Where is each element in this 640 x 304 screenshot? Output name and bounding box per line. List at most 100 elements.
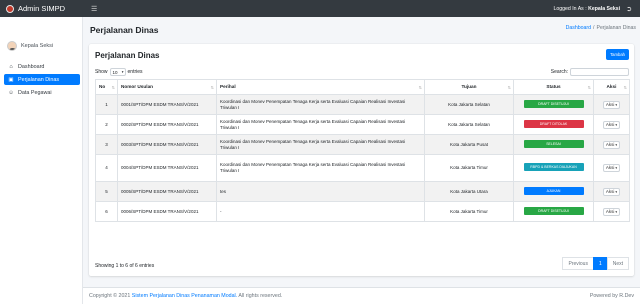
breadcrumb-separator: / bbox=[593, 25, 595, 31]
previous-button[interactable]: Previous bbox=[562, 257, 594, 270]
app-title: Admin SIMPD bbox=[18, 4, 66, 13]
logout-icon[interactable]: ➲ bbox=[626, 5, 632, 13]
show-label: Show bbox=[95, 69, 108, 75]
caret-down-icon: ▾ bbox=[615, 209, 618, 214]
footer-link[interactable]: Sistem Perjalanan Dinas Penanaman Modal. bbox=[132, 293, 237, 299]
sidebar-item-data-pegawai[interactable]: ☺ Data Pegawai bbox=[4, 87, 80, 98]
footer-rights: All rights reserved. bbox=[238, 293, 283, 299]
table-row: 6 0006/SPT/DPM ESDM TRANS/V/2021- Kota Jak… bbox=[95, 201, 630, 222]
aksi-label: Aksi bbox=[605, 141, 615, 147]
sidebar-item-perjalanan-dinas[interactable]: ▣ Perjalanan Dinas bbox=[4, 74, 80, 85]
perjalanan-table: No ⇅ Nomor Usulan ⇅ Perihal ⇅ Tujuan ⇅ Statu… bbox=[95, 79, 630, 222]
brand-logo bbox=[6, 4, 14, 13]
column-header-tujuan[interactable]: Tujuan ⇅ bbox=[424, 79, 514, 95]
search-input[interactable] bbox=[570, 68, 629, 76]
cell-tujuan: Kota Jakarta Utara bbox=[424, 181, 514, 202]
cell-status: DRAFT DISETUJUI bbox=[513, 94, 594, 115]
page-1-button[interactable]: 1 bbox=[592, 257, 608, 270]
status-badge: AJUKAN bbox=[523, 186, 584, 195]
aksi-dropdown-button[interactable]: Aksi ▾ bbox=[602, 164, 621, 172]
aksi-dropdown-button[interactable]: Aksi ▾ bbox=[602, 207, 621, 216]
column-header-status[interactable]: Status ⇅ bbox=[513, 79, 594, 95]
footer: Copyright © 2021 Sistem Perjalanan Dinas… bbox=[83, 287, 640, 304]
table-row: 3 0003/SPT/DPM ESDM TRANS/V/2021 Koordinas… bbox=[95, 134, 630, 155]
user-panel[interactable]: Kepala Seksi bbox=[0, 17, 82, 59]
cell-no: 5 bbox=[95, 181, 118, 202]
column-header-perihal[interactable]: Perihal ⇅ bbox=[216, 79, 425, 95]
page-title: Perjalanan Dinas bbox=[90, 25, 159, 35]
status-badge: DRAFT DISETUJUI bbox=[523, 99, 584, 108]
cell-aksi: Aksi ▾ bbox=[593, 201, 630, 222]
logged-prefix: Logged In As : bbox=[553, 5, 587, 12]
aksi-label: Aksi bbox=[605, 208, 615, 214]
cell-nomor: 0003/SPT/DPM ESDM TRANS/V/2021 bbox=[117, 134, 217, 155]
aksi-dropdown-button[interactable]: Aksi ▾ bbox=[602, 187, 621, 196]
breadcrumb-current: Perjalanan Dinas bbox=[596, 25, 636, 31]
cell-tujuan: Kota Jakarta Timur bbox=[424, 154, 514, 182]
sort-icon: ⇅ bbox=[507, 85, 511, 90]
cell-perihal: Koordinasi dan Monev Penempatan Tenaga K… bbox=[216, 94, 425, 115]
sidebar-item-label: Perjalanan Dinas bbox=[18, 76, 60, 83]
entries-label: entries bbox=[127, 69, 143, 75]
aksi-dropdown-button[interactable]: Aksi ▾ bbox=[602, 140, 621, 149]
breadcrumb-home[interactable]: Dashboard bbox=[566, 25, 591, 31]
avatar bbox=[7, 41, 17, 51]
cell-aksi: Aksi ▾ bbox=[593, 114, 630, 135]
cell-perihal: tes bbox=[216, 181, 425, 202]
cell-nomor: 0001/SPT/DPM ESDM TRANS/V/2021 bbox=[117, 94, 217, 115]
cell-no: 4 bbox=[95, 154, 118, 182]
main-content: Perjalanan Dinas Dashboard / Perjalanan … bbox=[83, 17, 640, 287]
pagination: Previous 1 Next bbox=[562, 257, 629, 270]
cell-tujuan: Kota Jakarta Timur bbox=[424, 201, 514, 222]
cell-nomor: 0005/SPT/DPM ESDM TRANS/V/2021 bbox=[117, 181, 217, 202]
chevron-down-icon: ▾ bbox=[121, 70, 124, 74]
aksi-dropdown-button[interactable]: Aksi ▾ bbox=[602, 100, 621, 109]
breadcrumb: Dashboard / Perjalanan Dinas bbox=[566, 25, 636, 31]
status-badge: RBPD & BERKAS DIAJUKAN bbox=[523, 163, 584, 171]
sidebar: Kepala Seksi ⌂ Dashboard ▣ Perjalanan Di… bbox=[0, 17, 83, 304]
table-row: 4 0004/SPT/DPM ESDM TRANS/V/2021 Koordinas… bbox=[95, 154, 630, 182]
footer-copyright: Copyright © 2021 bbox=[89, 293, 131, 299]
users-icon: ☺ bbox=[8, 89, 14, 96]
cell-status: SELESAI bbox=[513, 134, 594, 155]
aksi-label: Aksi bbox=[605, 101, 615, 107]
cell-no: 3 bbox=[95, 134, 118, 155]
table-row: 1 0001/SPT/DPM ESDM TRANS/V/2021 Koordinas… bbox=[95, 94, 630, 115]
cell-tujuan: Kota Jakarta Selatan bbox=[424, 94, 514, 115]
cell-aksi: Aksi ▾ bbox=[593, 134, 630, 155]
sidebar-user-name: Kepala Seksi bbox=[21, 43, 54, 49]
caret-down-icon: ▾ bbox=[615, 189, 618, 194]
next-button[interactable]: Next bbox=[606, 257, 629, 270]
status-badge: DRAFT DITOLAK bbox=[523, 119, 584, 128]
logged-user: Kepala Seksi bbox=[588, 5, 621, 12]
sort-icon: ⇅ bbox=[587, 85, 591, 90]
aksi-label: Aksi bbox=[605, 188, 615, 194]
aksi-label: Aksi bbox=[605, 121, 615, 127]
cell-aksi: Aksi ▾ bbox=[593, 94, 630, 115]
entries-length: Show 10 ▾ entries bbox=[95, 68, 143, 76]
sidebar-item-dashboard[interactable]: ⌂ Dashboard bbox=[4, 61, 80, 72]
table-header-row: No ⇅ Nomor Usulan ⇅ Perihal ⇅ Tujuan ⇅ Statu… bbox=[95, 79, 630, 95]
caret-down-icon: ▾ bbox=[615, 122, 618, 127]
column-header-aksi[interactable]: Aksi ⇅ bbox=[593, 79, 630, 95]
column-header-nomor[interactable]: Nomor Usulan ⇅ bbox=[117, 79, 217, 95]
cell-tujuan: Kota Jakarta Selatan bbox=[424, 114, 514, 135]
cell-tujuan: Kota Jakarta Pusat bbox=[424, 134, 514, 155]
cell-status: AJUKAN bbox=[513, 181, 594, 202]
add-button[interactable]: Tambah bbox=[606, 49, 629, 60]
cell-perihal: Koordinasi dan Monev Penempatan Tenaga K… bbox=[216, 134, 425, 155]
cell-status: DRAFT DISETUJUI bbox=[513, 201, 594, 222]
cell-no: 6 bbox=[95, 201, 118, 222]
column-header-no[interactable]: No ⇅ bbox=[95, 79, 118, 95]
entries-select[interactable]: 10 ▾ bbox=[109, 68, 126, 76]
footer-powered: Powered by R.Dev bbox=[589, 293, 634, 299]
menu-icon[interactable]: ☰ bbox=[91, 5, 97, 13]
brand[interactable]: Admin SIMPD bbox=[0, 0, 83, 17]
sort-icon: ⇅ bbox=[623, 85, 627, 90]
perjalanan-card: Perjalanan Dinas Tambah Show 10 ▾ entrie… bbox=[89, 44, 634, 276]
status-badge: SELESAI bbox=[523, 139, 584, 148]
cell-nomor: 0002/SPT/DPM ESDM TRANS/V/2021 bbox=[117, 114, 217, 135]
home-icon: ⌂ bbox=[9, 63, 13, 70]
aksi-dropdown-button[interactable]: Aksi ▾ bbox=[602, 120, 621, 129]
entries-value: 10 bbox=[112, 69, 118, 75]
